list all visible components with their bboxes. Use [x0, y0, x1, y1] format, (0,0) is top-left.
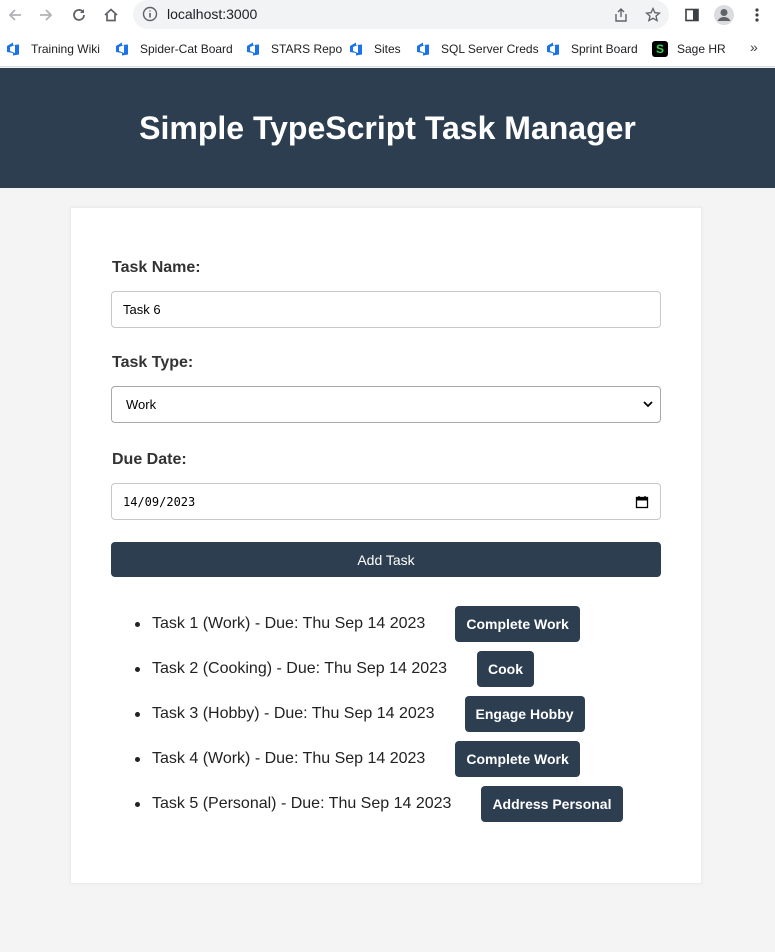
task-list-item: Task 3 (Hobby) - Due: Thu Sep 14 2023 En… — [135, 696, 585, 732]
bookmark-stars-repo[interactable]: STARS Repo — [246, 40, 342, 58]
forward-icon[interactable] — [35, 4, 57, 26]
task-type-select[interactable]: Work — [111, 386, 661, 423]
task-text: Task 2 (Cooking) - Due: Thu Sep 14 2023 — [152, 660, 447, 677]
task-text: Task 1 (Work) - Due: Thu Sep 14 2023 — [152, 615, 426, 632]
calendar-icon[interactable] — [635, 495, 649, 512]
task-name-input[interactable]: Task 6 — [111, 291, 661, 328]
more-bookmarks-icon[interactable]: » — [750, 39, 758, 55]
task-text: Task 4 (Work) - Due: Thu Sep 14 2023 — [152, 750, 426, 767]
task-name-value: Task 6 — [123, 302, 161, 317]
bookmark-sprint-board[interactable]: Sprint Board — [546, 40, 638, 58]
reload-icon[interactable] — [68, 4, 90, 26]
bookmark-training-wiki[interactable]: Training Wiki — [6, 40, 100, 58]
azure-devops-icon — [115, 41, 131, 57]
task-action-button[interactable]: Complete Work — [455, 741, 580, 777]
bullet — [135, 711, 140, 717]
profile-avatar-icon[interactable] — [713, 4, 735, 26]
bullet — [135, 801, 140, 807]
task-action-button[interactable]: Cook — [476, 651, 534, 687]
azure-devops-icon — [6, 41, 22, 57]
bullet — [135, 756, 140, 762]
bullet — [135, 621, 140, 627]
due-date-label: Due Date: — [112, 451, 187, 468]
site-info-icon[interactable] — [142, 6, 158, 27]
back-icon[interactable] — [4, 4, 26, 26]
task-action-button[interactable]: Engage Hobby — [464, 696, 585, 732]
bookmark-star-icon[interactable] — [643, 5, 663, 25]
bookmark-sage-hr[interactable]: S Sage HR — [652, 40, 726, 58]
side-panel-icon[interactable] — [681, 4, 703, 26]
bookmark-spider-cat-board[interactable]: Spider-Cat Board — [115, 40, 233, 58]
url-text: localhost:3000 — [167, 6, 258, 22]
bookmark-sql-server-creds[interactable]: SQL Server Creds — [416, 40, 539, 58]
task-list-item: Task 2 (Cooking) - Due: Thu Sep 14 2023 … — [135, 651, 534, 687]
task-list-item: Task 1 (Work) - Due: Thu Sep 14 2023 Com… — [135, 606, 580, 642]
add-task-button[interactable]: Add Task — [111, 542, 661, 577]
azure-devops-icon — [416, 41, 432, 57]
task-name-label: Task Name: — [112, 259, 201, 276]
task-action-button[interactable]: Complete Work — [455, 606, 580, 642]
task-text: Task 5 (Personal) - Due: Thu Sep 14 2023 — [152, 795, 452, 812]
chevron-down-icon — [642, 398, 654, 413]
share-icon[interactable] — [611, 5, 631, 25]
due-date-input[interactable]: 14/09/2023 — [111, 483, 661, 520]
bullet — [135, 666, 140, 672]
due-date-value: 14/09/2023 — [123, 494, 196, 509]
azure-devops-icon — [349, 41, 365, 57]
browser-menu-icon[interactable] — [746, 4, 768, 26]
task-type-value: Work — [126, 397, 157, 412]
task-form-card: Task Name: Task 6 Task Type: Work Due Da… — [70, 207, 702, 884]
azure-devops-icon — [246, 41, 262, 57]
browser-toolbar: localhost:3000 — [0, 0, 775, 30]
task-list-item: Task 4 (Work) - Due: Thu Sep 14 2023 Com… — [135, 741, 580, 777]
app-header: Simple TypeScript Task Manager — [0, 68, 775, 188]
task-list-item: Task 5 (Personal) - Due: Thu Sep 14 2023… — [135, 786, 623, 822]
address-bar[interactable]: localhost:3000 — [133, 0, 669, 29]
bookmarks-bar: Training Wiki Spider-Cat Board STARS Rep… — [0, 30, 775, 67]
task-type-label: Task Type: — [112, 354, 194, 371]
azure-devops-icon — [546, 41, 562, 57]
task-text: Task 3 (Hobby) - Due: Thu Sep 14 2023 — [152, 705, 435, 722]
bookmark-sites[interactable]: Sites — [349, 40, 401, 58]
home-icon[interactable] — [100, 4, 122, 26]
page-title: Simple TypeScript Task Manager — [139, 109, 636, 146]
sage-icon: S — [652, 41, 668, 57]
task-action-button[interactable]: Address Personal — [481, 786, 623, 822]
